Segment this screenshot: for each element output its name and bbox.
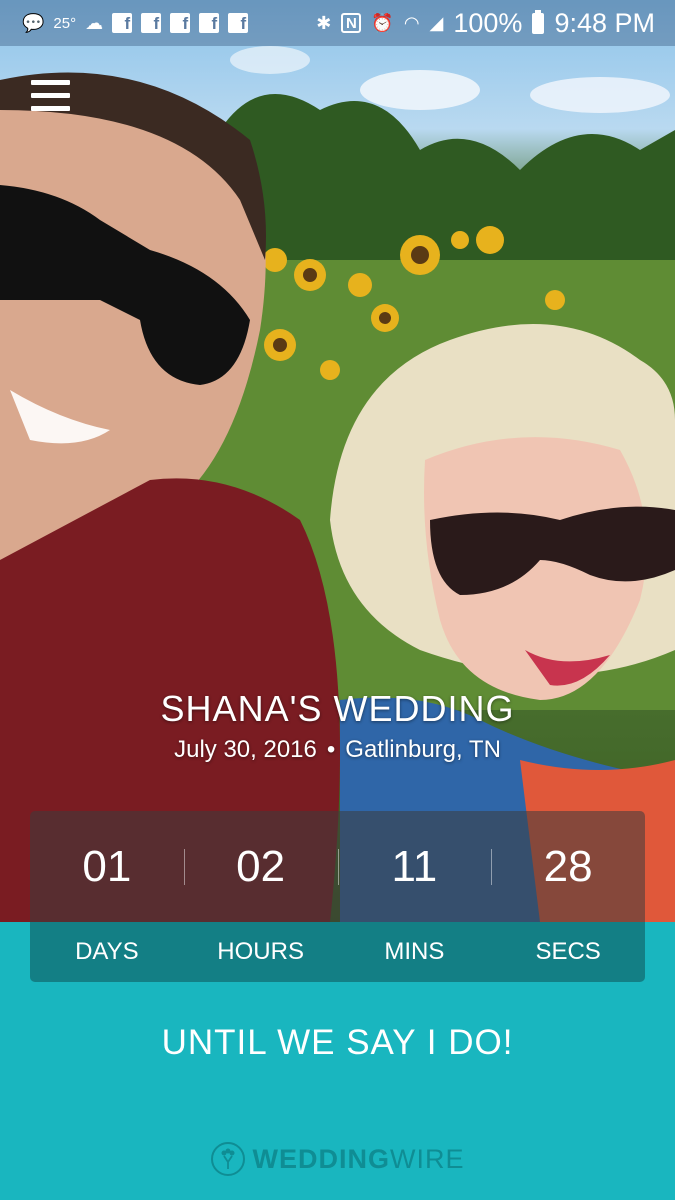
nfc-icon: N	[341, 13, 362, 33]
facebook-icon: f	[228, 13, 249, 33]
brand-name: WEDDINGWIRE	[253, 1144, 465, 1175]
signal-icon: ◢	[429, 13, 444, 33]
weddingwire-logo-icon	[210, 1142, 245, 1176]
weather-icon: ☁	[85, 13, 104, 33]
countdown-secs: 28	[491, 811, 645, 922]
weddingwire-brand[interactable]: WEDDINGWIRE	[0, 1142, 675, 1176]
event-title: SHANA'S WEDDING	[160, 688, 515, 729]
alarm-icon: ⏰	[371, 13, 394, 33]
facebook-icon: f	[112, 13, 133, 33]
menu-bar-3	[31, 106, 70, 111]
label-mins: MINS	[384, 938, 445, 965]
wifi-icon: ◠	[403, 13, 420, 33]
label-hours: HOURS	[217, 938, 304, 965]
couple-photo	[0, 0, 675, 922]
message-icon: 💬	[22, 13, 45, 33]
menu-bar-1	[31, 80, 70, 85]
event-location: Gatlinburg, TN	[345, 736, 501, 763]
facebook-icon: f	[199, 13, 220, 33]
event-date: July 30, 2016	[174, 736, 317, 763]
separator-dot: •	[326, 736, 336, 763]
countdown-hours: 02	[183, 811, 338, 922]
facebook-icon: f	[170, 13, 191, 33]
menu-bar-2	[31, 93, 70, 98]
countdown-days: 01	[82, 841, 132, 891]
menu-icon[interactable]	[31, 80, 71, 114]
battery-percent: 100%	[453, 7, 523, 38]
temperature: 25°	[53, 14, 77, 32]
label-days: DAYS	[75, 938, 139, 965]
facebook-icon: f	[141, 13, 162, 33]
battery-icon	[532, 9, 545, 34]
countdown-values: 01 02 11 28	[30, 811, 645, 922]
brand-name-light: WIRE	[390, 1143, 465, 1174]
label-secs: SECS	[535, 938, 601, 965]
event-details: July 30, 2016 • Gatlinburg, TN	[0, 736, 675, 764]
clock: 9:48 PM	[554, 7, 655, 38]
countdown-mins: 11	[337, 811, 492, 922]
brand-name-bold: WEDDING	[252, 1143, 390, 1174]
countdown-labels: DAYS HOURS MINS SECS	[30, 922, 645, 982]
bluetooth-icon: ✱	[316, 13, 332, 33]
status-bar: 💬 25° ☁ f f f f f ✱ N ⏰ ◠ ◢ 100% 9:48 PM	[0, 0, 675, 46]
tagline: UNTIL WE SAY I DO!	[161, 1023, 514, 1062]
countdown-timer: 01 02 11 28 DAYS HOURS MINS SECS	[30, 811, 645, 982]
